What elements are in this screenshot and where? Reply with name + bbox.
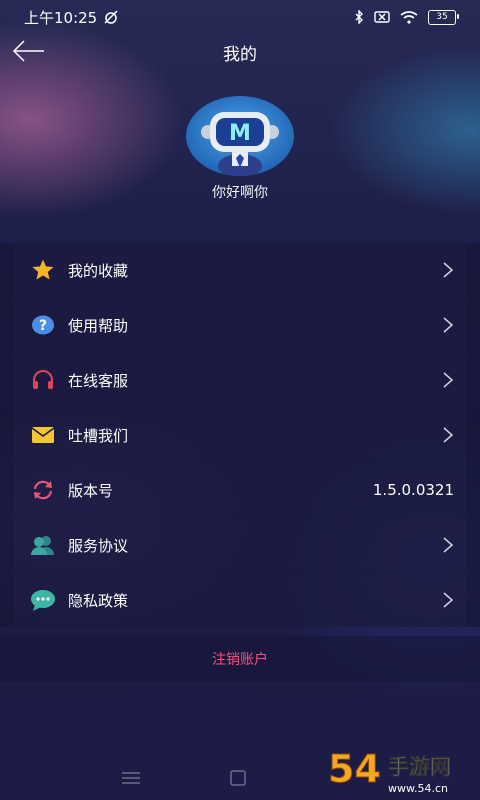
bluetooth-icon: [355, 10, 363, 24]
menu-item-label: 隐私政策: [68, 591, 129, 610]
chevron-right-icon: [443, 317, 454, 333]
battery-icon: 35: [428, 9, 459, 25]
menu-item-label: 使用帮助: [68, 316, 129, 335]
menu-item-right: [442, 536, 454, 554]
menu-item-version: 版本号 1.5.0.0321: [14, 463, 466, 517]
menu-item-favorites[interactable]: 我的收藏: [14, 243, 466, 297]
menu-item-right: [442, 371, 454, 389]
status-bar: 上午10:25 35: [0, 0, 480, 34]
wifi-icon: [400, 10, 418, 24]
menu-item-right: [442, 426, 454, 444]
menu-item-label: 版本号: [68, 481, 114, 500]
chevron-right-icon: [443, 262, 454, 278]
menu-item-privacy-policy[interactable]: 隐私政策: [14, 573, 466, 627]
avatar[interactable]: M: [186, 96, 294, 176]
watermark-text: 手游网: [388, 755, 451, 779]
star-icon: [30, 257, 56, 283]
menu-item-right: [442, 591, 454, 609]
refresh-icon: [30, 477, 56, 503]
watermark-number: 54: [328, 747, 381, 791]
menu-item-customer-service[interactable]: 在线客服: [14, 353, 466, 407]
version-value: 1.5.0.0321: [372, 481, 454, 499]
menu-item-service-agreement[interactable]: 服务协议: [14, 518, 466, 572]
chevron-right-icon: [443, 372, 454, 388]
alarm-off-icon: [104, 10, 118, 24]
page-title: 我的: [223, 45, 257, 65]
menu-item-right: 1.5.0.0321: [373, 481, 454, 499]
menu-item-label: 服务协议: [68, 536, 129, 555]
chevron-right-icon: [443, 537, 454, 553]
menu-item-right: [442, 261, 454, 279]
menu-item-label: 吐槽我们: [68, 426, 129, 445]
logout-area: 注销账户: [0, 636, 480, 682]
nav-menu-icon[interactable]: [122, 772, 140, 784]
status-right: 35: [354, 9, 459, 25]
menu-card: 我的收藏 ? 使用帮助 在线客服 吐槽我们 版本号 1.5.0.0321 服务协…: [0, 243, 480, 627]
menu-item-help[interactable]: ? 使用帮助: [14, 298, 466, 352]
menu-item-feedback[interactable]: 吐槽我们: [14, 408, 466, 462]
watermark-domain: www.54.cn: [388, 782, 448, 795]
chat-icon: [30, 587, 56, 613]
no-sim-icon: [374, 11, 390, 23]
chevron-right-icon: [443, 427, 454, 443]
status-left: 上午10:25: [24, 7, 119, 28]
menu-item-label: 在线客服: [68, 371, 129, 390]
nav-home-icon[interactable]: [230, 770, 246, 786]
status-time: 上午10:25: [24, 8, 98, 27]
avatar-letter: M: [229, 121, 251, 146]
nickname: 你好啊你: [212, 185, 268, 201]
watermark-logo: 54 手游网 www.54.cn: [328, 747, 452, 796]
header: 我的: [0, 34, 480, 68]
headphones-icon: [30, 367, 56, 393]
users-icon: [30, 532, 56, 558]
menu-item-label: 我的收藏: [68, 261, 129, 280]
mail-icon: [30, 422, 56, 448]
help-icon: ?: [30, 312, 56, 338]
chevron-right-icon: [443, 592, 454, 608]
logout-button[interactable]: 注销账户: [212, 649, 268, 669]
menu-item-right: [442, 316, 454, 334]
svg-text:?: ?: [39, 318, 47, 334]
